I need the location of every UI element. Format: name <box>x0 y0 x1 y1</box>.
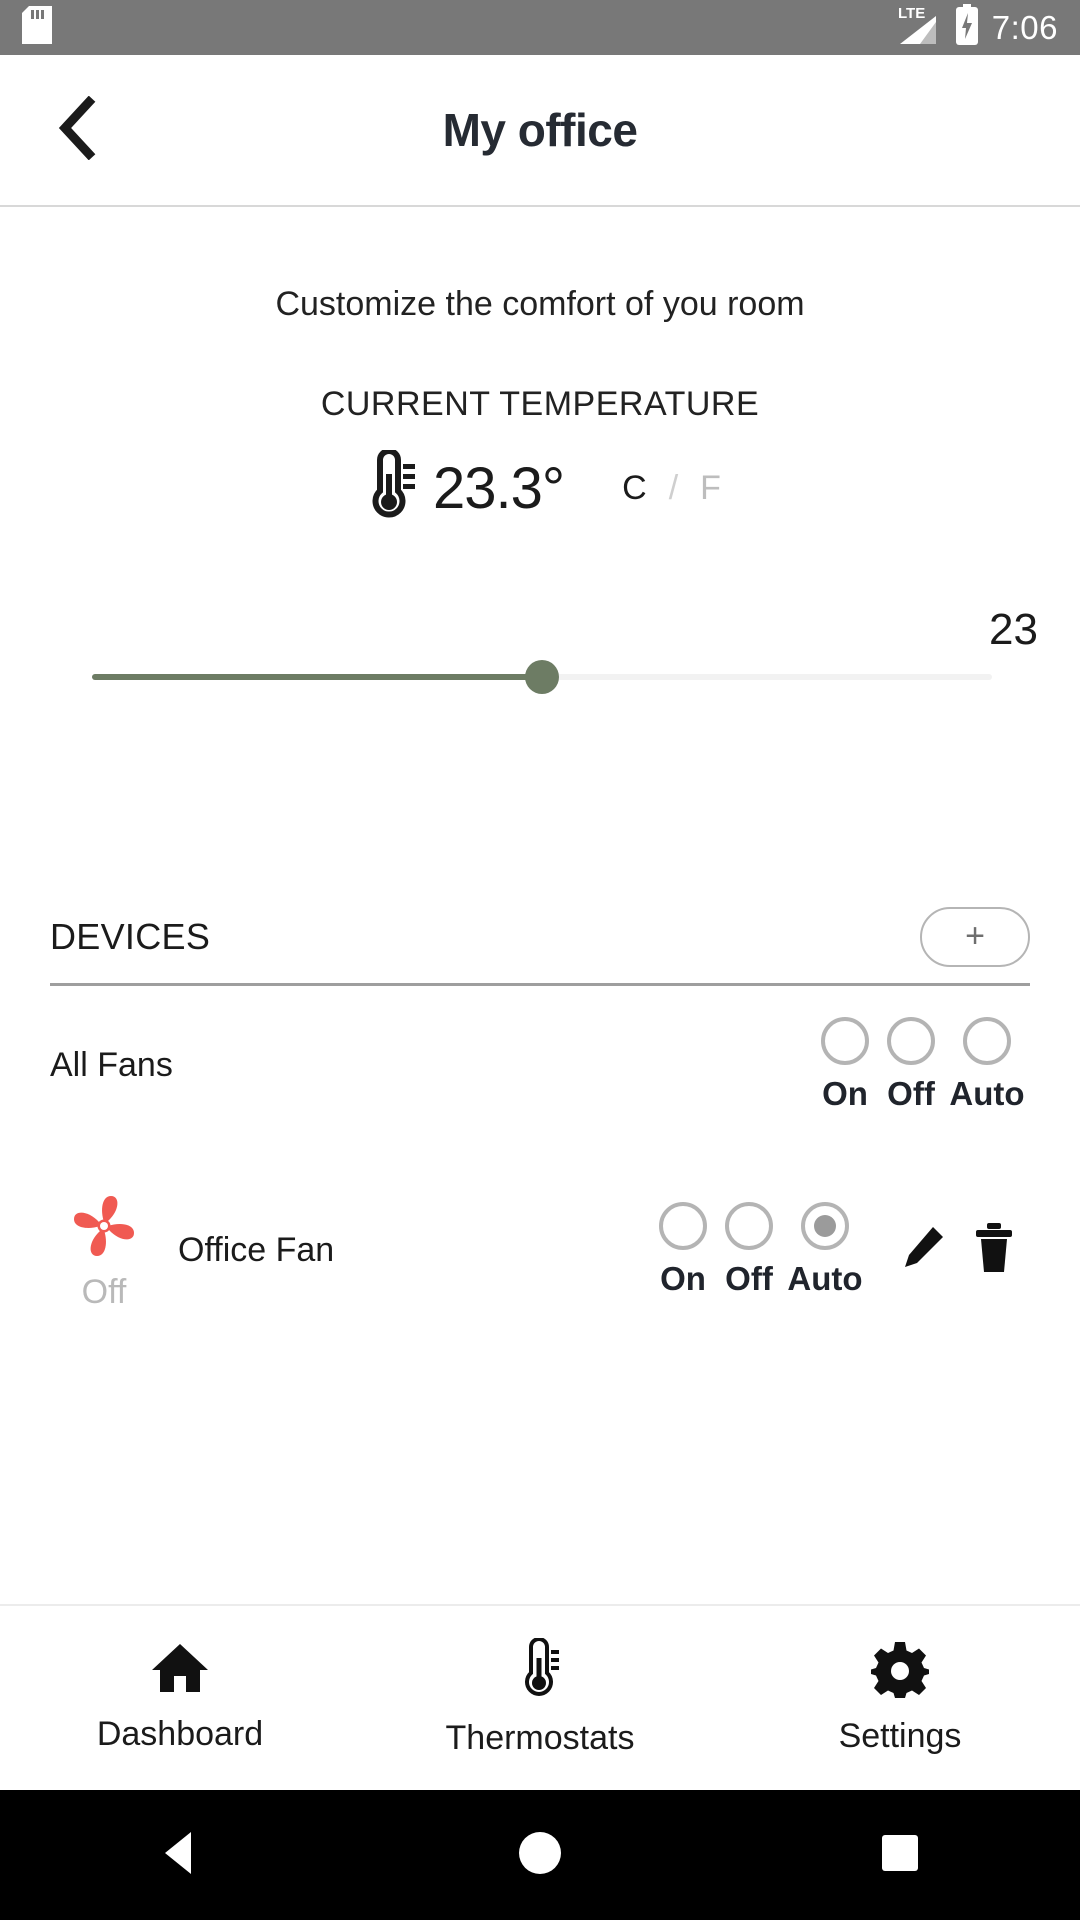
system-recents-button[interactable] <box>720 1832 1080 1879</box>
devices-section-label: DEVICES <box>50 915 211 957</box>
device-name: Office Fan <box>178 1230 335 1269</box>
radio-selected-dot <box>814 1215 836 1237</box>
plus-icon: + <box>965 917 985 955</box>
system-back-button[interactable] <box>0 1830 360 1881</box>
thermometer-icon <box>518 1637 562 1705</box>
mode-radio-group-office-fan: On Off Auto <box>650 1202 868 1298</box>
mode-label-off: Off <box>725 1260 773 1297</box>
device-state-label: Off <box>81 1273 127 1311</box>
radio-circle-off[interactable] <box>725 1202 773 1250</box>
unit-celsius-button[interactable]: C <box>622 469 647 508</box>
unit-separator: / <box>668 469 679 507</box>
mode-label-auto: Auto <box>787 1260 863 1297</box>
fan-icon <box>66 1188 142 1269</box>
svg-text:LTE: LTE <box>898 5 925 22</box>
mode-radio-group-all-fans: On Off Auto <box>812 1017 1030 1113</box>
current-temperature-label: CURRENT TEMPERATURE <box>320 385 760 423</box>
gear-icon <box>871 1640 929 1703</box>
edit-device-button[interactable] <box>886 1223 958 1278</box>
app-title-bar: My office <box>0 55 1080 207</box>
mode-label-off: Off <box>887 1075 935 1112</box>
target-temperature-value: 23 <box>989 605 1038 654</box>
mode-label-on: On <box>660 1260 706 1297</box>
home-circle-icon <box>517 1830 563 1881</box>
device-row-all-fans: All Fans On Off Auto <box>50 1000 1030 1130</box>
sd-card-icon <box>22 6 52 49</box>
nav-item-thermostats[interactable]: Thermostats <box>360 1637 720 1758</box>
radio-circle-off[interactable] <box>887 1017 935 1065</box>
device-row-actions <box>886 1222 1030 1279</box>
status-bar-left <box>22 6 52 49</box>
device-icon-column: Off <box>50 1188 158 1312</box>
unit-toggle-group: C / F <box>622 469 721 508</box>
radio-circle-auto-selected[interactable] <box>801 1202 849 1250</box>
status-bar-clock: 7:06 <box>991 9 1058 46</box>
delete-device-button[interactable] <box>958 1222 1030 1279</box>
nav-label-thermostats: Thermostats <box>445 1719 635 1757</box>
device-row-office-fan: Off Office Fan On Off Auto <box>50 1175 1030 1325</box>
thermometer-icon <box>359 448 417 527</box>
system-home-button[interactable] <box>360 1830 720 1881</box>
bottom-navigation-bar: Dashboard Thermostats Settings <box>0 1604 1080 1790</box>
mode-option-on[interactable]: On <box>650 1202 716 1298</box>
add-device-button[interactable]: + <box>920 906 1030 967</box>
mode-option-off[interactable]: Off <box>716 1202 782 1298</box>
radio-circle-on[interactable] <box>659 1202 707 1250</box>
status-bar-right: LTE 7:06 <box>896 4 1058 51</box>
slider-track-fill <box>92 674 542 680</box>
current-temperature-row: 23.3° C / F <box>0 448 1080 527</box>
page-title: My office <box>442 104 638 156</box>
home-icon <box>150 1642 210 1701</box>
slider-thumb[interactable] <box>525 660 559 694</box>
mode-label-auto: Auto <box>949 1075 1025 1112</box>
battery-charging-icon <box>954 4 980 51</box>
radio-circle-on[interactable] <box>821 1017 869 1065</box>
mode-option-auto[interactable]: Auto <box>782 1202 868 1298</box>
screen-subtitle: Customize the comfort of you room <box>275 285 805 323</box>
trash-icon <box>972 1222 1016 1279</box>
temperature-value: 23.3° <box>433 456 565 521</box>
mode-label-on: On <box>822 1075 868 1112</box>
radio-circle-auto[interactable] <box>963 1017 1011 1065</box>
recents-square-icon <box>879 1832 921 1879</box>
signal-bars-icon: LTE <box>896 4 942 51</box>
temperature-slider[interactable] <box>92 660 992 694</box>
android-system-nav-bar <box>0 1790 1080 1920</box>
mode-option-off[interactable]: Off <box>878 1017 944 1113</box>
pencil-icon <box>897 1223 947 1278</box>
unit-fahrenheit-button[interactable]: F <box>700 469 721 508</box>
device-name: All Fans <box>50 1045 173 1084</box>
status-bar: LTE 7:06 <box>0 0 1080 55</box>
nav-label-settings: Settings <box>838 1717 962 1755</box>
mode-option-on[interactable]: On <box>812 1017 878 1113</box>
app-screen: LTE 7:06 My office Customize the comfort… <box>0 0 1080 1920</box>
back-triangle-icon <box>159 1830 201 1881</box>
nav-item-settings[interactable]: Settings <box>720 1640 1080 1756</box>
nav-label-dashboard: Dashboard <box>96 1715 264 1753</box>
nav-item-dashboard[interactable]: Dashboard <box>0 1642 360 1754</box>
devices-section-header: DEVICES + <box>50 890 1030 986</box>
mode-option-auto[interactable]: Auto <box>944 1017 1030 1113</box>
